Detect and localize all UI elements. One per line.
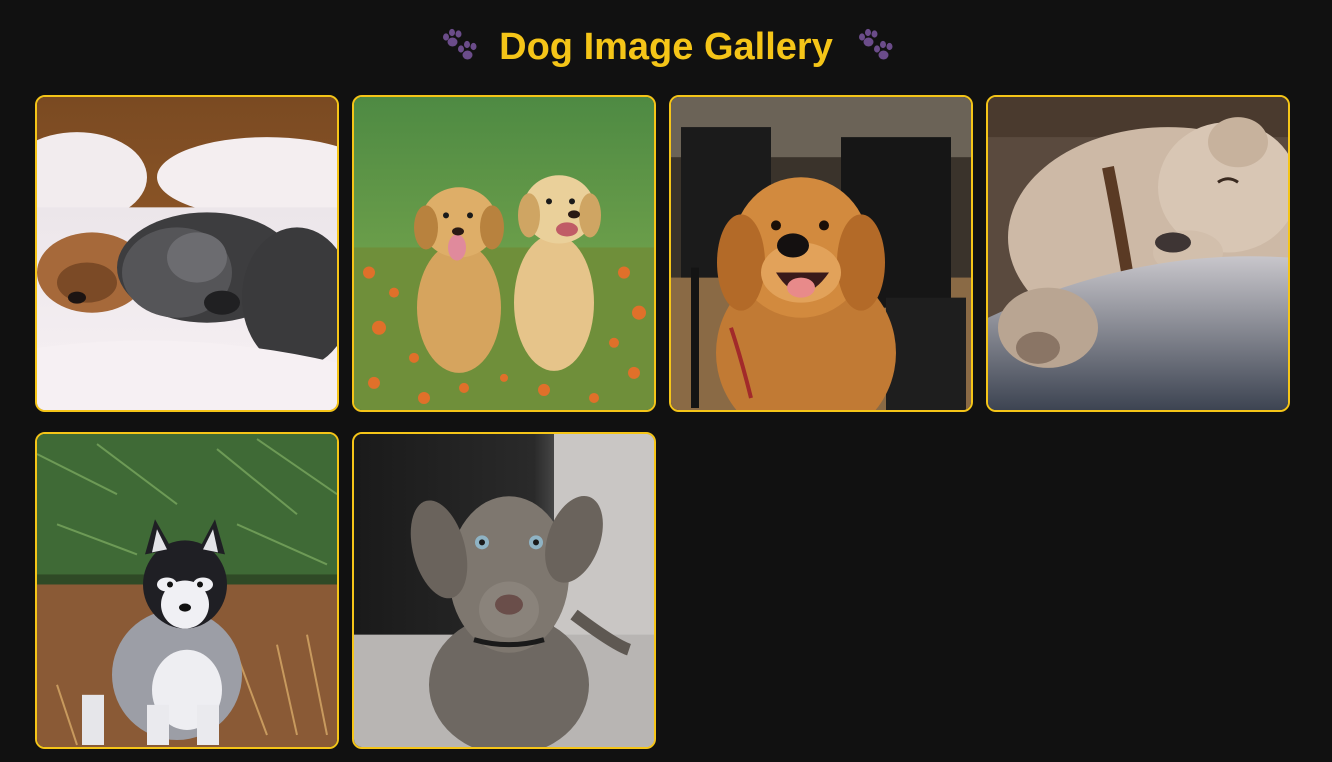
page-title: Dog Image Gallery [499, 26, 833, 68]
gallery-card[interactable] [669, 95, 973, 412]
gallery-card[interactable] [986, 95, 1290, 412]
sleeping-labrador-photo [988, 97, 1288, 410]
golden-puppies-photo [354, 97, 654, 410]
gallery-page: Dog Image Gallery [0, 0, 1332, 762]
weimaraner-puppy-photo [354, 434, 654, 747]
paw-prints-icon [443, 28, 477, 60]
gallery-card[interactable] [35, 95, 339, 412]
image-grid [35, 95, 1292, 749]
paw-prints-icon [858, 28, 893, 60]
sleeping-dogs-photo [37, 97, 337, 410]
gallery-header: Dog Image Gallery [0, 20, 1332, 74]
gallery-card[interactable] [352, 432, 656, 749]
gallery-card[interactable] [352, 95, 656, 412]
gallery-card[interactable] [35, 432, 339, 749]
husky-puppy-photo [37, 434, 337, 747]
golden-retriever-photo [671, 97, 971, 410]
